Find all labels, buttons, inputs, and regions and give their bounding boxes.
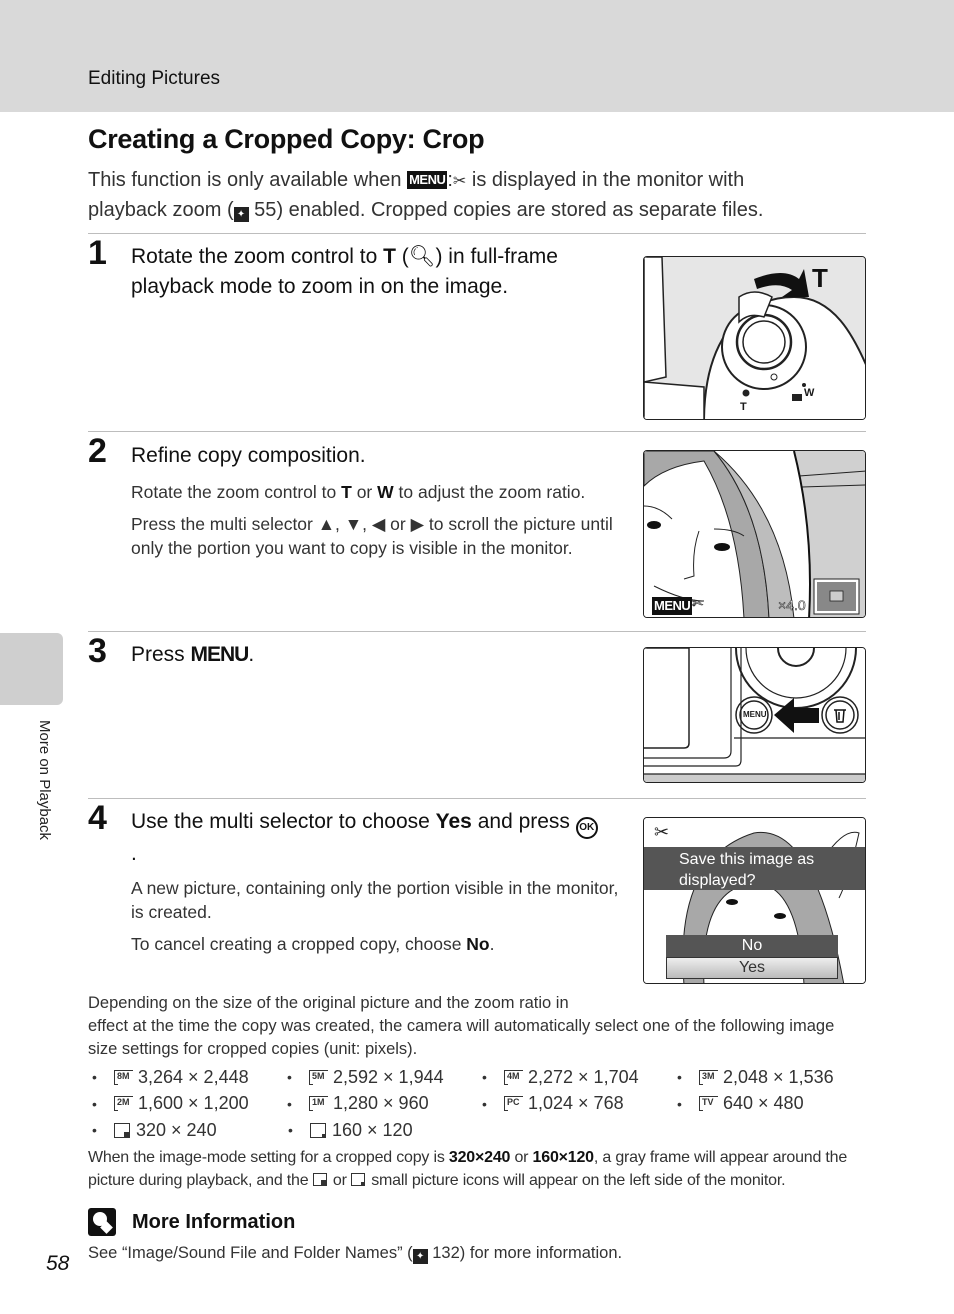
dial-w-label: W bbox=[804, 387, 815, 399]
step-body: A new picture, containing only the porti… bbox=[131, 878, 619, 954]
zoomed-playback-illustration: MENU ✂ ×4.0 bbox=[643, 450, 866, 618]
list-item: • 8M 3,264 × 2,448 bbox=[92, 1066, 249, 1087]
step-number: 2 bbox=[88, 432, 107, 470]
list-item: • 4M 2,272 × 1,704 bbox=[482, 1066, 639, 1087]
list-item: • 3M 2,048 × 1,536 bbox=[677, 1066, 834, 1087]
step-number: 4 bbox=[88, 799, 107, 837]
size-row: • 320 × 240 • 160 × 120 bbox=[92, 1117, 872, 1144]
image-size-icon: 8M bbox=[113, 1069, 133, 1085]
list-item: • TV 640 × 480 bbox=[677, 1093, 804, 1114]
image-size-icon: 5M bbox=[308, 1069, 328, 1085]
image-size-icon: 1M bbox=[308, 1096, 328, 1112]
divider bbox=[88, 233, 866, 234]
menu-icon: MENU bbox=[652, 597, 693, 615]
small-picture-320-icon bbox=[114, 1122, 130, 1138]
lightbulb-icon bbox=[88, 1208, 116, 1236]
zoom-control-illustration: T T W bbox=[643, 256, 866, 420]
size-row: • 2M 1,600 × 1,200 • 1M 1,280 × 960 • PC 1,024… bbox=[92, 1091, 872, 1118]
size-row: • 8M 3,264 × 2,448 • 5M 2,592 × 1,944 • 4M 2,2… bbox=[92, 1064, 872, 1091]
step-number: 3 bbox=[88, 632, 107, 670]
step-number: 1 bbox=[88, 234, 107, 272]
dialog-prompt: Save this image as displayed? bbox=[644, 847, 865, 890]
small-picture-320-icon bbox=[312, 1173, 327, 1186]
step-heading: Refine copy composition. bbox=[131, 444, 366, 467]
divider bbox=[88, 431, 866, 432]
option-yes-selected[interactable]: Yes bbox=[666, 957, 838, 979]
option-no[interactable]: No bbox=[666, 935, 838, 957]
divider bbox=[88, 798, 866, 799]
step-heading: Rotate the zoom control to T (🔍︎) in ful… bbox=[131, 245, 558, 298]
page-reference-icon: ✦ bbox=[233, 207, 249, 222]
list-item: • 2M 1,600 × 1,200 bbox=[92, 1093, 249, 1114]
small-picture-160-icon bbox=[310, 1122, 326, 1138]
ok-button-icon: OK bbox=[575, 817, 598, 839]
list-item: • 5M 2,592 × 1,944 bbox=[287, 1066, 444, 1087]
side-tab-label: More on Playback bbox=[36, 720, 53, 841]
image-size-icon: TV bbox=[698, 1096, 718, 1112]
confirm-dialog-illustration: ✂ Save this image as displayed? No Yes bbox=[643, 817, 866, 984]
crop-scissors-icon: ✂ bbox=[452, 173, 467, 190]
step-body: Rotate the zoom control to T or W to adj… bbox=[131, 482, 613, 558]
crop-scissors-icon: ✂ bbox=[654, 822, 670, 842]
list-item: • 1M 1,280 × 960 bbox=[287, 1093, 429, 1114]
help-icon bbox=[742, 389, 750, 397]
page-reference-icon: ✦ bbox=[412, 1249, 428, 1264]
dial-t-label: T bbox=[740, 401, 747, 413]
closing-note: When the image-mode setting for a croppe… bbox=[88, 1149, 848, 1189]
page-title: Creating a Cropped Copy: Crop bbox=[88, 124, 485, 154]
size-note: Depending on the size of the original pi… bbox=[88, 994, 835, 1058]
side-tab bbox=[0, 633, 63, 705]
menu-button-illustration: MENU bbox=[643, 647, 866, 783]
zoom-ratio: ×4.0 bbox=[778, 597, 806, 614]
intro-paragraph: This function is only available when MEN… bbox=[88, 169, 764, 222]
header-band: Editing Pictures bbox=[0, 0, 954, 112]
step-heading: Use the multi selector to choose Yes and… bbox=[131, 807, 601, 869]
more-information-text: See “Image/Sound File and Folder Names” … bbox=[88, 1244, 623, 1264]
image-size-icon: PC bbox=[503, 1096, 523, 1112]
page-number: 58 bbox=[46, 1252, 70, 1275]
menu-icon: MENU bbox=[407, 171, 448, 189]
menu-button: MENU bbox=[743, 710, 767, 719]
list-item: • 320 × 240 bbox=[92, 1119, 217, 1140]
menu-button-label: MENU bbox=[190, 643, 250, 666]
crop-scissors-icon: ✂ bbox=[692, 595, 704, 612]
more-information-heading: More Information bbox=[88, 1208, 295, 1236]
step-heading: Press MENU. bbox=[131, 643, 255, 666]
image-size-icon: 2M bbox=[113, 1096, 133, 1112]
small-picture-160-icon bbox=[351, 1173, 365, 1186]
divider bbox=[88, 631, 866, 632]
section-title: Editing Pictures bbox=[88, 68, 221, 89]
list-item: • 160 × 120 bbox=[288, 1119, 413, 1140]
image-size-list: • 8M 3,264 × 2,448 • 5M 2,592 × 1,944 • 4M 2,2… bbox=[92, 1064, 872, 1144]
list-item: • PC 1,024 × 768 bbox=[482, 1093, 624, 1114]
tele-label: T bbox=[812, 263, 828, 293]
image-size-icon: 4M bbox=[503, 1069, 523, 1085]
image-size-icon: 3M bbox=[698, 1069, 718, 1085]
